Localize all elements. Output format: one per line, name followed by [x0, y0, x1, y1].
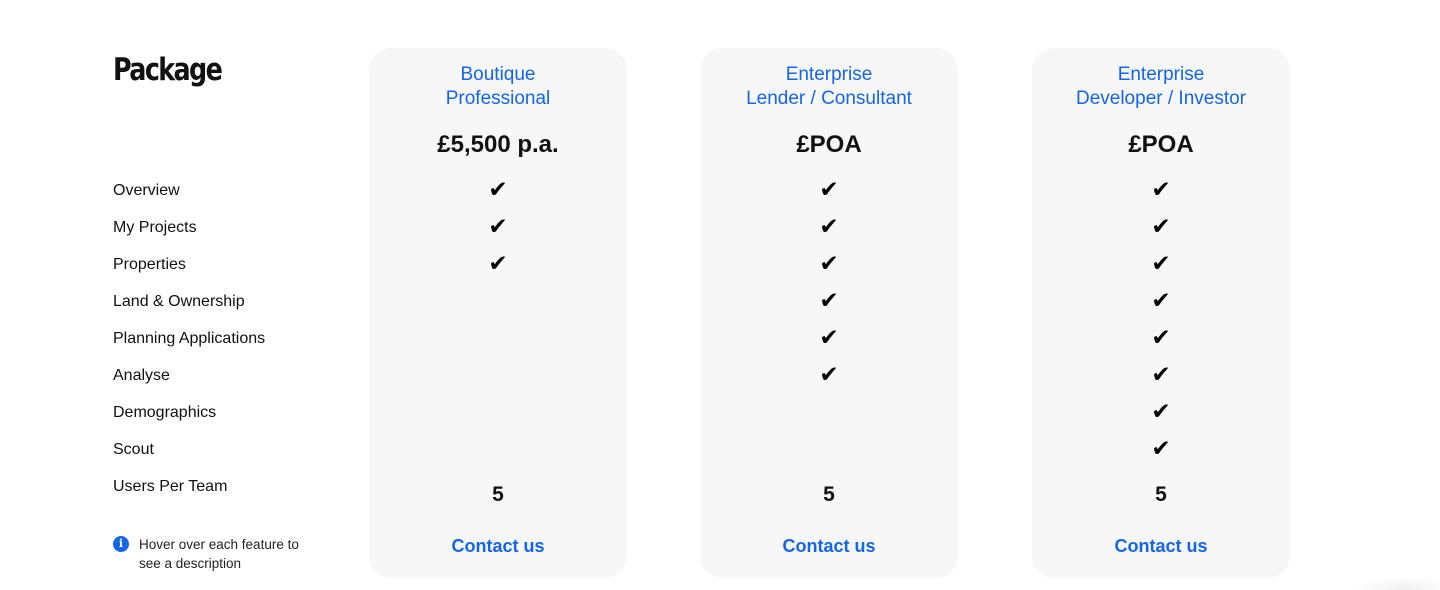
empty-cell [700, 431, 958, 468]
info-icon: i [113, 536, 129, 552]
empty-cell [369, 283, 627, 320]
feature-label-land-and-ownership[interactable]: Land & Ownership [113, 283, 265, 320]
feature-list: Overview My Projects Properties Land & Owne… [113, 172, 265, 468]
feature-label-column: Package Overview My Projects Properties Lan… [113, 0, 353, 590]
plan-card-enterprise-lender-consultant: Enterprise Lender / Consultant £POA ✔ ✔ ✔ ✔… [700, 48, 958, 578]
feature-label-scout[interactable]: Scout [113, 431, 265, 468]
plan-name-line-2: Lender / Consultant [746, 88, 912, 109]
users-per-team-value: 5 [1155, 483, 1167, 506]
plan-name: Enterprise Developer / Investor [1032, 63, 1290, 111]
feature-checks: ✔ ✔ ✔ [369, 172, 627, 468]
plan-name-line-2: Professional [445, 88, 551, 109]
plan-name-line-1: Boutique [460, 64, 536, 85]
empty-cell [369, 394, 627, 431]
hint-text: Hover over each feature to see a descrip… [139, 537, 299, 571]
empty-cell [700, 394, 958, 431]
feature-label-analyse[interactable]: Analyse [113, 357, 265, 394]
contact-us-button[interactable]: Contact us [369, 533, 627, 559]
plan-price: £5,500 p.a. [437, 131, 559, 158]
empty-cell [369, 320, 627, 357]
check-icon: ✔ [819, 288, 839, 314]
empty-cell [369, 431, 627, 468]
check-icon: ✔ [1151, 436, 1171, 462]
hover-hint: i Hover over each feature to see a descr… [113, 535, 313, 575]
contact-us-button[interactable]: Contact us [1032, 533, 1290, 559]
plan-card-boutique-professional: Boutique Professional £5,500 p.a. ✔ ✔ ✔ 5 … [369, 48, 627, 578]
corner-shadow [1350, 576, 1440, 590]
check-icon: ✔ [819, 214, 839, 240]
package-title: Package [113, 52, 223, 88]
check-icon: ✔ [488, 251, 508, 277]
check-icon: ✔ [1151, 214, 1171, 240]
feature-label-overview[interactable]: Overview [113, 172, 265, 209]
users-per-team-value: 5 [823, 483, 835, 506]
check-icon: ✔ [819, 251, 839, 277]
feature-label-demographics[interactable]: Demographics [113, 394, 265, 431]
feature-label-my-projects[interactable]: My Projects [113, 209, 265, 246]
check-icon: ✔ [1151, 325, 1171, 351]
plan-price: £POA [796, 131, 862, 158]
plan-name: Boutique Professional [369, 63, 627, 111]
feature-checks: ✔ ✔ ✔ ✔ ✔ ✔ ✔ ✔ [1032, 172, 1290, 468]
feature-label-planning-applications[interactable]: Planning Applications [113, 320, 265, 357]
feature-checks: ✔ ✔ ✔ ✔ ✔ ✔ [700, 172, 958, 468]
check-icon: ✔ [1151, 399, 1171, 425]
plan-name-line-1: Enterprise [785, 64, 873, 85]
check-icon: ✔ [819, 362, 839, 388]
check-icon: ✔ [488, 177, 508, 203]
empty-cell [369, 357, 627, 394]
check-icon: ✔ [819, 325, 839, 351]
users-per-team-label: Users Per Team [113, 478, 228, 495]
plan-name-line-1: Enterprise [1117, 64, 1205, 85]
check-icon: ✔ [1151, 362, 1171, 388]
check-icon: ✔ [488, 214, 508, 240]
check-icon: ✔ [1151, 177, 1171, 203]
check-icon: ✔ [1151, 251, 1171, 277]
plan-name: Enterprise Lender / Consultant [700, 63, 958, 111]
plan-card-enterprise-developer-investor: Enterprise Developer / Investor £POA ✔ ✔ ✔… [1032, 48, 1290, 578]
check-icon: ✔ [1151, 288, 1171, 314]
contact-us-button[interactable]: Contact us [700, 533, 958, 559]
plan-price: £POA [1128, 131, 1194, 158]
users-per-team-value: 5 [492, 483, 504, 506]
feature-label-properties[interactable]: Properties [113, 246, 265, 283]
plan-name-line-2: Developer / Investor [1075, 88, 1247, 109]
check-icon: ✔ [819, 177, 839, 203]
